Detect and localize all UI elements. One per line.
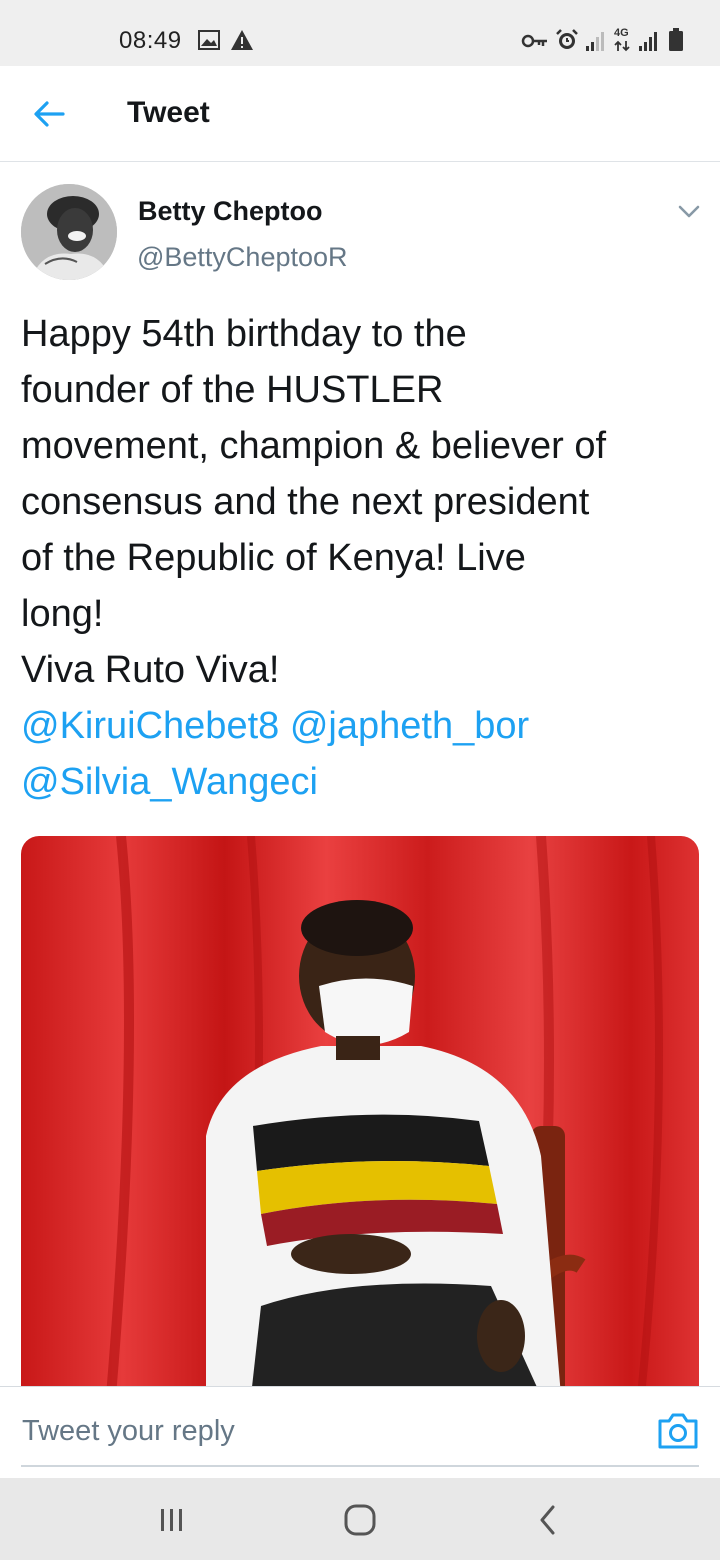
system-nav-bar [0, 1478, 720, 1560]
network-4g-icon: 4G [614, 27, 629, 39]
network-arrows-icon [614, 40, 630, 52]
signal-icon [586, 32, 604, 51]
arrow-left-icon [34, 101, 65, 127]
reply-bar [0, 1386, 720, 1478]
status-bar: 08:49 4G [0, 0, 720, 66]
tweet-photo[interactable] [21, 836, 699, 1396]
nav-back-button[interactable] [526, 1498, 570, 1542]
tweet-text-line: movement, champion & believer of [21, 425, 607, 467]
tweet-text-line: founder of the HUSTLER [21, 369, 444, 411]
camera-icon[interactable] [656, 1411, 700, 1451]
tweet-text-line: of the Republic of Kenya! Live [21, 537, 526, 579]
key-icon [521, 34, 547, 48]
tweet-text-line: Viva Ruto Viva! [21, 649, 280, 691]
chevron-down-icon[interactable] [674, 198, 704, 226]
tweet-text: Happy 54th birthday to the founder of th… [21, 306, 711, 698]
mention-link[interactable]: @Silvia_Wangeci [21, 761, 318, 803]
status-time: 08:49 [119, 27, 182, 54]
battery-icon [669, 28, 683, 51]
image-icon [198, 30, 220, 50]
reply-input[interactable] [22, 1415, 582, 1448]
author-name[interactable]: Betty Cheptoo [138, 196, 323, 227]
avatar-image [21, 184, 117, 280]
author-handle[interactable]: @BettyCheptooR [137, 242, 348, 273]
alert-icon [231, 30, 253, 50]
alarm-icon [556, 29, 578, 49]
tweet-text-line: consensus and the next president [21, 481, 590, 523]
reply-underline [21, 1465, 699, 1467]
signal-icon [639, 32, 657, 51]
recents-button[interactable] [150, 1498, 194, 1542]
tweet-text-line: Happy 54th birthday to the [21, 313, 467, 355]
app-header: Tweet [0, 66, 720, 162]
back-icon [540, 1505, 555, 1535]
recents-icon [161, 1509, 182, 1531]
mention-link[interactable]: @KiruiChebet8 [21, 705, 279, 747]
photo-image [21, 836, 699, 1396]
tweet-text-line: long! [21, 593, 104, 635]
back-button[interactable] [26, 94, 72, 134]
home-button[interactable] [338, 1498, 382, 1542]
home-icon [344, 1504, 376, 1536]
mention-link[interactable]: @japheth_bor [290, 705, 529, 747]
tweet-mentions: @KiruiChebet8 @japheth_bor @Silvia_Wange… [21, 698, 711, 810]
page-title: Tweet [127, 96, 210, 129]
avatar[interactable] [21, 184, 117, 280]
